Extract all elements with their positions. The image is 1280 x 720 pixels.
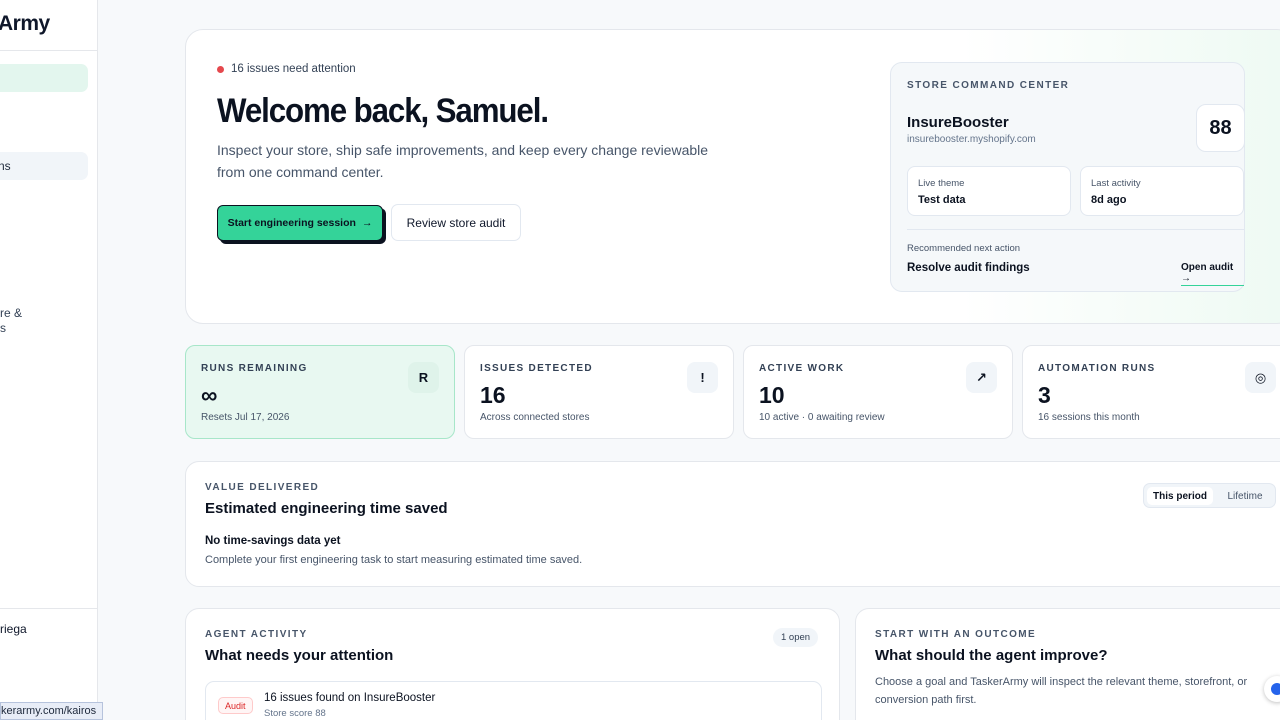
command-center-label: STORE COMMAND CENTER (907, 80, 1070, 91)
stat-sub: 16 sessions this month (1038, 412, 1140, 423)
stat-label: AUTOMATION RUNS (1038, 363, 1156, 374)
sidebar-item-label-partial[interactable]: re & s (0, 306, 40, 336)
live-theme-label: Live theme (918, 178, 965, 189)
stat-card-runs: RUNS REMAINING ∞ Resets Jul 17, 2026 R (185, 345, 455, 439)
target-icon: ◎ (1245, 362, 1276, 393)
hero-subtitle: Inspect your store, ship safe improvemen… (217, 142, 709, 180)
outcome-sub: Choose a goal and TaskerArmy will inspec… (875, 676, 1248, 706)
chat-icon (1271, 683, 1280, 695)
store-command-center: STORE COMMAND CENTER InsureBooster insur… (890, 62, 1245, 292)
sidebar-item-label: ns (0, 159, 11, 173)
agent-activity-card: AGENT ACTIVITY What needs your attention… (185, 608, 840, 720)
stat-label: ACTIVE WORK (759, 363, 845, 374)
user-name[interactable]: riega (0, 622, 27, 636)
page-title: Welcome back, Samuel. (217, 92, 549, 130)
last-activity-label: Last activity (1091, 178, 1141, 189)
value-delivered-card: VALUE DELIVERED Estimated engineering ti… (185, 461, 1280, 587)
sidebar-item-hovered[interactable]: ns (0, 152, 88, 180)
app-logo[interactable]: Army (0, 12, 50, 36)
audit-tag: Audit (218, 697, 253, 714)
sidebar-divider (0, 50, 97, 51)
store-name: InsureBooster (907, 114, 1009, 131)
stat-sub: Resets Jul 17, 2026 (201, 412, 290, 423)
live-theme-tile: Live theme Test data (907, 166, 1071, 216)
stat-card-active-work: ACTIVE WORK 10 10 active · 0 awaiting re… (743, 345, 1013, 439)
stat-label: ISSUES DETECTED (480, 363, 593, 374)
last-activity-value: 8d ago (1091, 194, 1127, 206)
outcome-card: START WITH AN OUTCOME What should the ag… (855, 608, 1280, 720)
runs-icon: R (408, 362, 439, 393)
stat-value: 3 (1038, 382, 1051, 408)
alert-dot-icon (217, 65, 224, 73)
activity-row[interactable]: Audit 16 issues found on InsureBooster S… (205, 681, 822, 720)
review-audit-button[interactable]: Review store audit (391, 204, 521, 241)
store-domain: insurebooster.myshopify.com (907, 134, 1036, 145)
stat-sub: 10 active · 0 awaiting review (759, 412, 885, 423)
open-count-badge: 1 open (773, 628, 819, 647)
arrow-right-icon: → (361, 217, 373, 229)
stat-card-issues: ISSUES DETECTED 16 Across connected stor… (464, 345, 734, 439)
stat-value: 16 (480, 382, 506, 408)
stat-value: ∞ (201, 382, 218, 408)
sidebar: Army ns re & s riega (0, 0, 98, 720)
empty-state-text: Complete your first engineering task to … (205, 554, 583, 566)
open-audit-link[interactable]: Open audit → (1181, 262, 1244, 286)
issues-status-text: 16 issues need attention (231, 63, 356, 75)
last-activity-tile: Last activity 8d ago (1080, 166, 1244, 216)
value-delivered-label: VALUE DELIVERED (205, 482, 320, 493)
activity-row-sub: Store score 88 (264, 708, 326, 719)
sidebar-item-active[interactable] (0, 64, 88, 92)
status-bar-url: kerarmy.com/kairos (0, 702, 104, 720)
command-center-divider (907, 229, 1245, 230)
recommended-value: Resolve audit findings (907, 262, 1030, 274)
value-delivered-title: Estimated engineering time saved (205, 500, 448, 517)
outcome-title: What should the agent improve? (875, 647, 1108, 664)
alert-icon: ! (687, 362, 718, 393)
arrow-up-right-icon: ↗ (966, 362, 997, 393)
stat-card-automation: AUTOMATION RUNS 3 16 sessions this month… (1022, 345, 1280, 439)
outcome-label: START WITH AN OUTCOME (875, 629, 1037, 640)
period-toggle: This period Lifetime (1143, 483, 1276, 508)
start-session-label: Start engineering session (227, 217, 356, 229)
stat-sub: Across connected stores (480, 412, 590, 423)
hero-card: 16 issues need attention Welcome back, S… (185, 29, 1280, 324)
stat-value: 10 (759, 382, 785, 408)
start-session-button[interactable]: Start engineering session → (217, 205, 383, 241)
toggle-this-period[interactable]: This period (1147, 487, 1213, 505)
stat-label: RUNS REMAINING (201, 363, 308, 374)
store-score: 88 (1196, 104, 1245, 152)
activity-row-title: 16 issues found on InsureBooster (264, 692, 436, 704)
empty-state-title: No time-savings data yet (205, 535, 341, 547)
issues-status: 16 issues need attention (217, 63, 356, 75)
agent-activity-label: AGENT ACTIVITY (205, 629, 308, 640)
agent-activity-title: What needs your attention (205, 647, 394, 664)
recommended-label: Recommended next action (907, 243, 1021, 254)
sidebar-divider-bottom (0, 608, 97, 609)
live-theme-value: Test data (918, 194, 966, 206)
toggle-lifetime[interactable]: Lifetime (1216, 487, 1274, 505)
